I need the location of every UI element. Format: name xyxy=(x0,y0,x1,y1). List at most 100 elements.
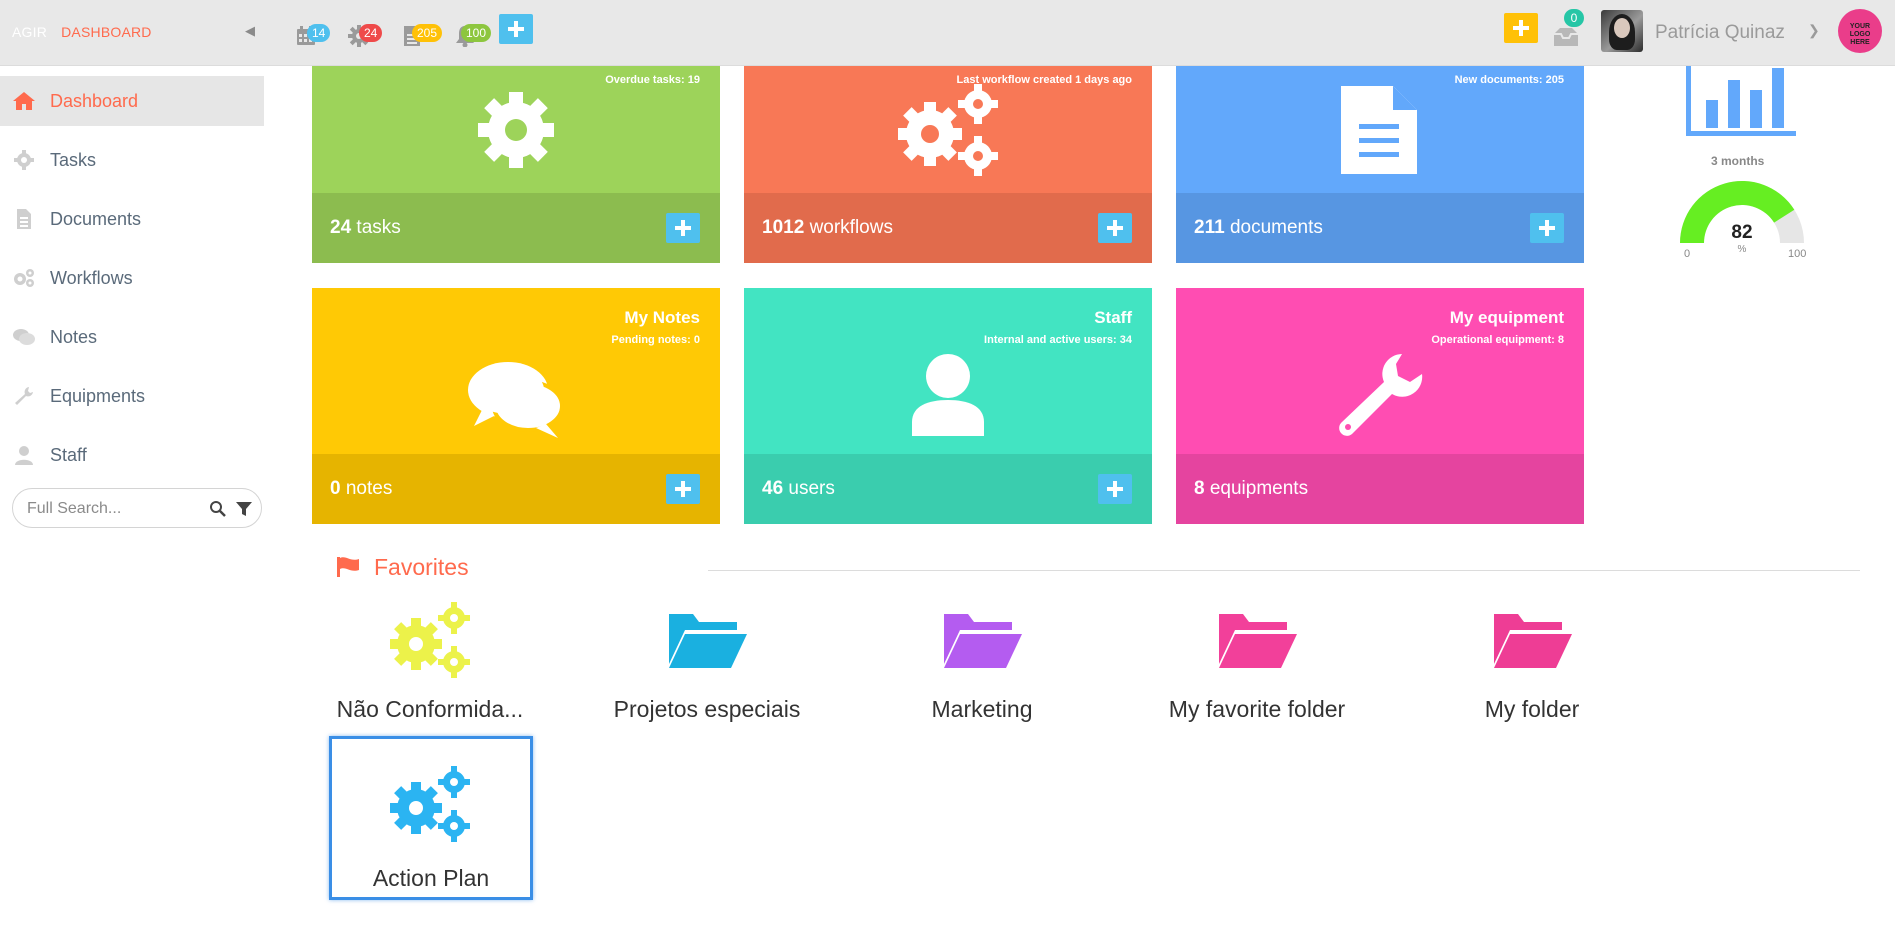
favorite-label: Marketing xyxy=(931,696,1033,722)
tasks-card[interactable]: Overdue tasks: 19 24 tasks xyxy=(312,66,720,263)
card-footer: 46 users xyxy=(744,454,1152,524)
notes-count: 0 xyxy=(330,478,341,499)
card-footer: 24 tasks xyxy=(312,193,720,263)
favorite-label: Não Conformida... xyxy=(336,696,524,722)
add-note-button[interactable] xyxy=(666,474,700,504)
sidebar-item-equipments[interactable]: Equipments xyxy=(0,371,264,421)
notes-card[interactable]: My Notes Pending notes: 0 0 notes xyxy=(312,288,720,524)
gears-icon xyxy=(898,84,998,176)
plus-icon xyxy=(675,481,691,497)
plus-icon xyxy=(1107,220,1123,236)
plus-icon xyxy=(1513,20,1529,36)
avatar[interactable] xyxy=(1601,10,1643,52)
card-count: 0 notes xyxy=(330,478,392,500)
inbox-button[interactable]: 0 xyxy=(1550,9,1584,50)
gauge-value: 82 xyxy=(1731,222,1753,243)
quick-add-button[interactable] xyxy=(1504,13,1538,43)
chevron-down-icon[interactable]: ❯ xyxy=(1808,22,1820,39)
add-button[interactable] xyxy=(499,14,533,44)
gears-icon xyxy=(390,602,470,678)
search-box xyxy=(12,488,262,528)
equipment-unit: equipments xyxy=(1209,478,1309,499)
card-footer: 1012 workflows xyxy=(744,193,1152,263)
card-subtitle: New documents: 205 xyxy=(1454,74,1564,86)
gear-icon xyxy=(14,150,34,170)
staff-unit: users xyxy=(788,478,835,499)
documents-unit: documents xyxy=(1229,217,1323,238)
brand[interactable]: AGIR DASHBOARD xyxy=(12,24,152,40)
card-title: Staff xyxy=(1094,308,1132,327)
card-subtitle: Internal and active users: 34 xyxy=(984,334,1132,346)
favorite-label: My folder xyxy=(1484,696,1580,722)
notifications-badge: 100 xyxy=(461,24,492,42)
sidebar-item-documents[interactable]: Documents xyxy=(0,194,264,244)
plus-icon xyxy=(675,220,691,236)
sidebar-item-dashboard[interactable]: Dashboard xyxy=(0,76,264,126)
sidebar-item-tasks[interactable]: Tasks xyxy=(0,135,264,185)
staff-count: 46 xyxy=(762,478,784,499)
card-count: 8 equipments xyxy=(1194,478,1308,500)
favorite-item[interactable]: Projetos especiais xyxy=(607,600,807,760)
divider xyxy=(708,570,1860,571)
gears-icon xyxy=(14,269,34,287)
documents-count: 211 xyxy=(1194,217,1225,238)
favorite-label: My favorite folder xyxy=(1168,696,1346,722)
home-icon xyxy=(13,92,35,110)
gauge-min: 0 xyxy=(1684,248,1691,260)
settings-button[interactable]: 24 xyxy=(345,16,383,50)
workflows-card[interactable]: Last workflow created 1 days ago 1012 wo… xyxy=(744,66,1152,263)
sidebar-item-label: Dashboard xyxy=(50,91,139,111)
card-title: My Notes xyxy=(624,308,700,327)
search-icon[interactable] xyxy=(209,500,227,518)
notifications-button[interactable]: 100 xyxy=(451,16,492,50)
period-label: 3 months xyxy=(1711,154,1765,168)
add-workflow-button[interactable] xyxy=(1098,213,1132,243)
add-user-button[interactable] xyxy=(1098,474,1132,504)
collapse-sidebar-icon[interactable]: ◀ xyxy=(244,22,256,40)
user-name[interactable]: Patrícia Quinaz xyxy=(1655,22,1785,44)
sidebar-item-label: Workflows xyxy=(50,268,133,288)
plus-icon xyxy=(508,21,524,37)
favorite-item-selected[interactable]: Action Plan xyxy=(329,736,533,900)
add-document-button[interactable] xyxy=(1530,213,1564,243)
documents-button[interactable]: 205 xyxy=(398,16,443,50)
top-bar: AGIR DASHBOARD ◀ 14 24 205 100 0 Patríci… xyxy=(0,0,1895,66)
sidebar-item-label: Staff xyxy=(50,445,87,465)
gear-icon xyxy=(478,92,554,168)
sidebar-item-workflows[interactable]: Workflows xyxy=(0,253,264,303)
favorite-item[interactable]: My folder xyxy=(1432,600,1632,760)
documents-card[interactable]: New documents: 205 211 documents xyxy=(1176,66,1584,263)
favorite-item[interactable]: Marketing xyxy=(882,600,1082,760)
sidebar-item-label: Documents xyxy=(50,209,142,229)
favorite-item[interactable]: My favorite folder xyxy=(1157,600,1357,760)
sidebar-item-notes[interactable]: Notes xyxy=(0,312,264,362)
calendar-badge: 14 xyxy=(307,24,331,42)
company-logo: YOUR LOGO HERE xyxy=(1838,9,1882,53)
sidebar-item-staff[interactable]: Staff xyxy=(0,430,264,480)
brand-dashboard[interactable]: DASHBOARD xyxy=(61,24,151,40)
equipment-count: 8 xyxy=(1194,478,1205,499)
gauge-unit: % xyxy=(1737,244,1747,255)
card-subtitle: Operational equipment: 8 xyxy=(1431,334,1564,346)
card-count: 1012 workflows xyxy=(762,217,893,239)
workflows-unit: workflows xyxy=(809,217,893,238)
staff-card[interactable]: Staff Internal and active users: 34 46 u… xyxy=(744,288,1152,524)
favorite-label: Projetos especiais xyxy=(613,696,801,722)
calendar-button[interactable]: 14 xyxy=(292,16,331,50)
plus-icon xyxy=(1539,220,1555,236)
inbox-icon xyxy=(1554,28,1578,46)
tasks-unit: tasks xyxy=(356,217,401,238)
card-title: My equipment xyxy=(1449,308,1564,327)
wrench-icon xyxy=(15,387,33,405)
plus-icon xyxy=(1107,481,1123,497)
filter-icon[interactable] xyxy=(235,500,253,518)
favorite-label: Action Plan xyxy=(372,865,490,891)
add-task-button[interactable] xyxy=(666,213,700,243)
equipment-card[interactable]: My equipment Operational equipment: 8 8 … xyxy=(1176,288,1584,524)
flag-icon xyxy=(337,557,359,577)
notes-unit: notes xyxy=(345,478,393,499)
brand-agir[interactable]: AGIR xyxy=(12,24,47,40)
tasks-count: 24 xyxy=(330,217,352,238)
search-input[interactable] xyxy=(27,498,187,520)
chat-icon xyxy=(13,329,35,345)
